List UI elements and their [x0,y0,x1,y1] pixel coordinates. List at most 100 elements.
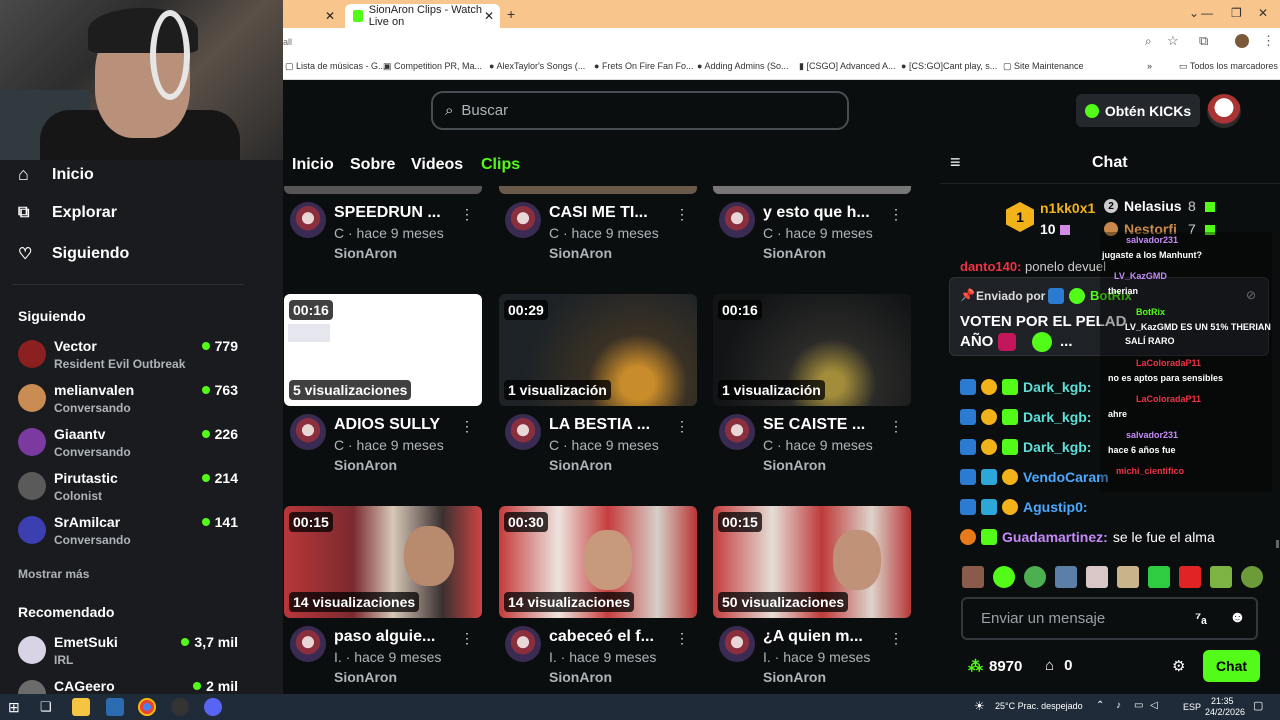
close-icon[interactable]: ✕ [325,9,335,23]
show-more-link[interactable]: Mostrar más [18,567,89,581]
browser-tab-active[interactable]: SionAron Clips - Watch Live on ✕ [345,4,500,28]
chevron-down-icon[interactable]: ⌄ [1189,6,1199,20]
get-kicks-button[interactable]: Obtén KICKs [1076,94,1200,127]
zoom-icon[interactable]: ⌕ [1145,34,1152,49]
sidebar-item-siguiendo[interactable]: ♡ Siguiendo [18,244,129,264]
tab-inicio[interactable]: Inicio [292,156,334,174]
emote-icon[interactable] [1241,566,1263,588]
bookmark-item[interactable]: ● AlexTaylor's Songs (... [489,61,585,71]
chat-username[interactable]: Agustip0: [1023,499,1088,515]
restore-icon[interactable]: ❐ [1231,6,1242,20]
address-text[interactable]: all [283,37,292,47]
collapse-chat-icon[interactable]: ≡ [950,152,961,173]
volume-icon[interactable]: ◁ [1150,700,1158,711]
chat-username[interactable]: VendoCaram [1023,469,1109,485]
obs-icon[interactable] [171,698,189,716]
clip-thumbnail[interactable]: 00:30 14 visualizaciones [499,506,697,618]
emote-icon[interactable] [1179,566,1201,588]
tab-videos[interactable]: Videos [411,156,463,174]
bookmark-item[interactable]: ▢ Lista de músicas - G... [285,61,386,72]
translate-icon[interactable]: ⁷ₐ [1195,610,1207,627]
following-channel[interactable]: Pirutastic Colonist 214 [18,470,240,510]
channel-avatar[interactable] [505,202,541,238]
user-avatar[interactable] [1207,94,1241,128]
channel-avatar[interactable] [505,626,541,662]
microphone-icon[interactable]: ♪ [1116,700,1121,711]
emote-icon[interactable] [1086,566,1108,588]
channel-points[interactable]: ⁂ 8970 [968,657,1022,676]
windows-start-icon[interactable]: ⊞ [8,699,20,716]
clip-title[interactable]: CASI ME TI... [549,204,648,222]
clip-title[interactable]: ADIOS SULLY [334,416,440,434]
clip-title[interactable]: ¿A quien m... [763,628,863,646]
task-view-icon[interactable]: ❏ [40,699,52,715]
star-icon[interactable]: ☆ [1167,33,1179,49]
following-channel[interactable]: Vector Resident Evil Outbreak 779 [18,338,240,378]
clip-thumbnail[interactable]: 00:15 50 visualizaciones [713,506,911,618]
chat-username[interactable]: Dark_kgb: [1023,409,1091,425]
clip-thumbnail-partial[interactable] [713,186,911,194]
clip-channel[interactable]: SionAron [763,245,826,261]
weather-text[interactable]: 25°C Prac. despejado [995,701,1083,711]
bookmark-item[interactable]: ● Frets On Fire Fan Fo... [594,61,693,71]
settings-gear-icon[interactable]: ⚙ [1172,657,1185,675]
channel-avatar[interactable] [719,202,755,238]
bookmark-item[interactable]: ▣ Competition PR, Ma... [383,61,482,72]
channel-avatar[interactable] [719,626,755,662]
more-options-icon[interactable]: ⋮ [889,206,903,223]
network-icon[interactable]: ▭ [1134,700,1143,711]
more-options-icon[interactable]: ⋮ [460,206,474,223]
clip-channel[interactable]: SionAron [549,669,612,685]
store-button[interactable]: ⌂ 0 [1045,657,1072,674]
new-tab-icon[interactable]: + [507,6,515,22]
close-window-icon[interactable]: ✕ [1258,6,1268,20]
clip-title[interactable]: SE CAISTE ... [763,416,865,434]
clip-thumbnail-partial[interactable] [499,186,697,194]
clip-channel[interactable]: SionAron [763,669,826,685]
bookmark-item[interactable]: ▮ [CSGO] Advanced A... [799,61,896,72]
more-options-icon[interactable]: ⋮ [460,630,474,647]
emote-icon[interactable] [962,566,984,588]
bookmark-item[interactable]: ● [CS:GO]Cant play, s... [901,61,997,71]
following-channel[interactable]: melianvalen Conversando 763 [18,382,240,422]
bookmark-item[interactable]: ● Adding Admins (So... [697,61,789,71]
chat-username[interactable]: Dark_kgb: [1023,379,1091,395]
leaderboard-first-name[interactable]: n1kk0x1 [1040,200,1095,216]
chat-message[interactable]: Guadamartinez: se le fue el alma [960,529,1215,545]
sidebar-item-explorar[interactable]: ⧉ Explorar [18,204,117,222]
tab-clips[interactable]: Clips [481,156,520,174]
channel-avatar[interactable] [505,414,541,450]
file-explorer-icon[interactable] [72,698,90,716]
sidebar-item-inicio[interactable]: ⌂ Inicio [18,164,94,185]
language-indicator[interactable]: ESP [1183,702,1201,712]
close-icon[interactable]: ✕ [484,9,494,23]
more-options-icon[interactable]: ⋮ [675,206,689,223]
more-options-icon[interactable]: ⋮ [675,630,689,647]
following-channel[interactable]: SrAmilcar Conversando 141 [18,514,240,554]
following-channel[interactable]: Giaantv Conversando 226 [18,426,240,466]
chrome-icon[interactable] [138,698,156,716]
tray-chevron-icon[interactable]: ⌃ [1096,700,1104,711]
minimize-icon[interactable]: — [1201,6,1213,20]
clip-channel[interactable]: SionAron [334,669,397,685]
chat-message-input[interactable]: Enviar un mensaje ⁷ₐ ☻ [961,597,1258,640]
chat-message[interactable]: VendoCaram [960,469,1114,485]
chat-message[interactable]: Dark_kgb: [960,409,1096,425]
chat-message[interactable]: Agustip0: [960,499,1093,515]
clip-channel[interactable]: SionAron [549,457,612,473]
clip-channel[interactable]: SionAron [763,457,826,473]
emote-icon[interactable] [1117,566,1139,588]
profile-avatar[interactable] [1235,34,1249,48]
send-chat-button[interactable]: Chat [1203,650,1260,682]
emoji-icon[interactable]: ☻ [1229,609,1246,627]
clip-thumbnail[interactable]: 00:16 1 visualización [713,294,911,406]
channel-avatar[interactable] [719,414,755,450]
clip-channel[interactable]: SionAron [549,245,612,261]
clip-thumbnail[interactable]: 00:29 1 visualización [499,294,697,406]
more-options-icon[interactable]: ⋮ [675,418,689,435]
leaderboard-second-name[interactable]: Nelasius [1124,198,1182,214]
bookmarks-overflow-icon[interactable]: » [1147,61,1152,71]
channel-avatar[interactable] [290,414,326,450]
channel-avatar[interactable] [290,202,326,238]
clip-title[interactable]: cabeceó el f... [549,628,654,646]
